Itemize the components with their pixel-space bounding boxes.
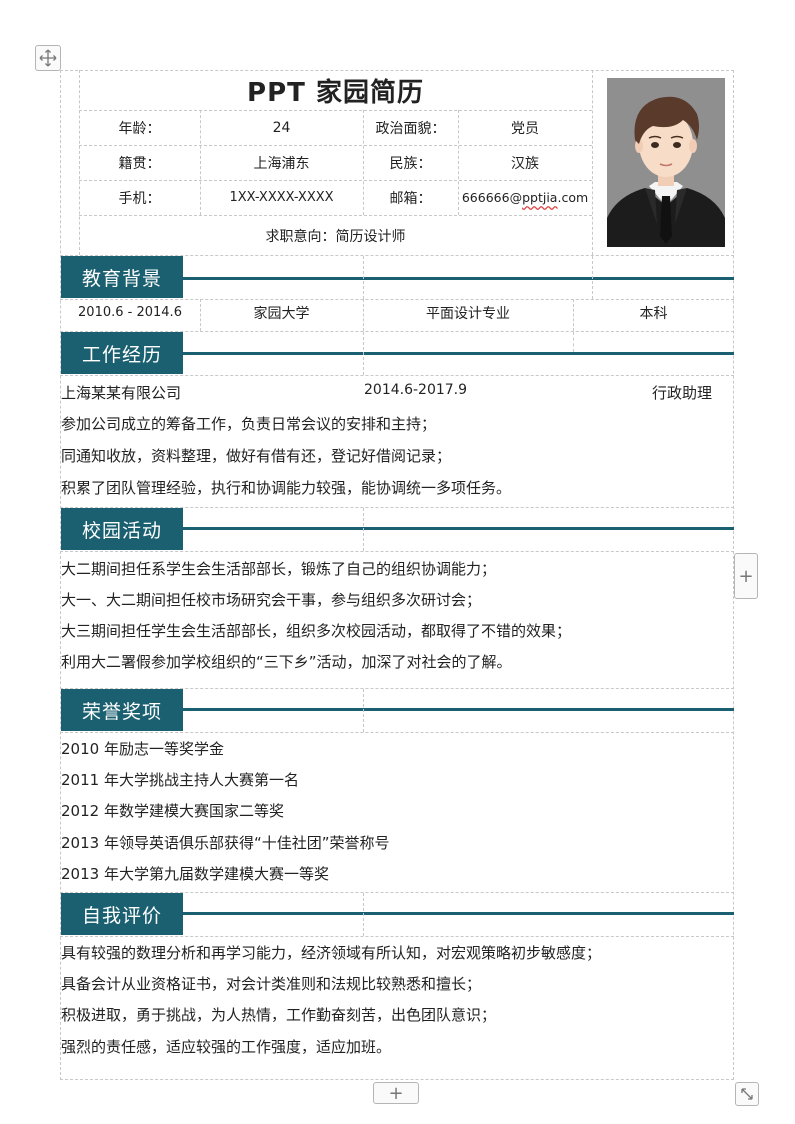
add-row-button[interactable]: + <box>373 1082 419 1104</box>
email-value: 666666@ pptjia .com <box>458 180 592 215</box>
age-value: 24 <box>272 119 291 136</box>
section-education-rule <box>183 277 734 280</box>
table-move-handle[interactable] <box>35 45 61 71</box>
education-major: 平面设计专业 <box>426 305 510 322</box>
section-education-title: 教育背景 <box>61 256 183 298</box>
work-line: 同通知收放，资料整理，做好有借有还，登记好借阅记录； <box>61 447 452 465</box>
section-self-rule <box>183 912 734 915</box>
work-position: 行政助理 <box>652 384 713 402</box>
section-honors-title: 荣誉奖项 <box>61 689 183 731</box>
section-work-title: 工作经历 <box>61 332 183 374</box>
add-column-button[interactable]: + <box>734 553 758 599</box>
hometown-value: 上海浦东 <box>253 155 310 172</box>
phone-value: 1XX-XXXX-XXXX <box>229 190 334 205</box>
section-honors-rule <box>183 708 734 711</box>
honor-item: 2012 年数学建模大赛国家二等奖 <box>61 802 284 820</box>
education-period: 2010.6 - 2014.6 <box>78 305 182 320</box>
honor-item: 2010 年励志一等奖学金 <box>61 740 224 758</box>
campus-line: 利用大二署假参加学校组织的“三下乡”活动，加深了对社会的了解。 <box>61 653 512 671</box>
move-icon <box>39 49 57 67</box>
plus-icon: + <box>388 1082 404 1104</box>
section-self-title: 自我评价 <box>61 893 183 935</box>
profile-photo <box>607 78 725 247</box>
campus-line: 大三期间担任学生会生活部部长，组织多次校园活动，都取得了不错的效果； <box>61 622 572 640</box>
email-domain-misspelled: pptjia <box>522 190 558 205</box>
hometown-label: 籍贯： <box>118 155 161 172</box>
phone-label: 手机： <box>118 190 161 207</box>
email-label: 邮箱： <box>389 190 432 207</box>
self-eval-line: 具备会计从业资格证书，对会计类准则和法规比较熟悉和擅长； <box>61 975 482 993</box>
education-school: 家园大学 <box>253 305 310 322</box>
plus-icon: + <box>738 565 754 587</box>
honor-item: 2013 年领导英语俱乐部获得“十佳社团”荣誉称号 <box>61 834 390 852</box>
section-campus-title: 校园活动 <box>61 508 183 550</box>
ethnicity-value: 汉族 <box>511 155 539 172</box>
self-eval-line: 积极进取，勇于挑战，为人热情，工作勤奋刻苦，出色团队意识； <box>61 1006 497 1024</box>
honor-item: 2011 年大学挑战主持人大赛第一名 <box>61 771 299 789</box>
age-label: 年龄： <box>118 120 161 137</box>
section-work-rule <box>183 352 734 355</box>
self-eval-line: 具有较强的数理分析和再学习能力，经济领域有所认知，对宏观策略初步敏感度； <box>61 944 602 962</box>
education-degree: 本科 <box>639 305 668 322</box>
work-line: 参加公司成立的筹备工作，负责日常会议的安排和主持； <box>61 415 437 433</box>
work-company: 上海某某有限公司 <box>61 384 182 402</box>
campus-line: 大二期间担任系学生会生活部部长，锻炼了自己的组织协调能力； <box>61 560 497 578</box>
resume-title: PPT 家园简历 <box>247 78 424 108</box>
work-period: 2014.6-2017.9 <box>364 382 468 398</box>
job-intention: 求职意向：简历设计师 <box>265 228 406 245</box>
email-suffix: .com <box>557 190 589 205</box>
self-eval-line: 强烈的责任感，适应较强的工作强度，适应加班。 <box>61 1038 392 1056</box>
work-line: 积累了团队管理经验，执行和协调能力较强，能协调统一多项任务。 <box>61 479 512 497</box>
honor-item: 2013 年大学第九届数学建模大赛一等奖 <box>61 865 329 883</box>
ethnicity-label: 民族： <box>389 155 432 172</box>
resize-icon <box>741 1088 753 1100</box>
section-campus-rule <box>183 527 734 530</box>
table-resize-handle[interactable] <box>735 1082 759 1106</box>
email-prefix: 666666@ <box>461 190 523 205</box>
campus-line: 大一、大二期间担任校市场研究会干事，参与组织多次研讨会； <box>61 591 482 609</box>
political-value: 党员 <box>511 120 539 137</box>
political-label: 政治面貌： <box>375 120 446 137</box>
